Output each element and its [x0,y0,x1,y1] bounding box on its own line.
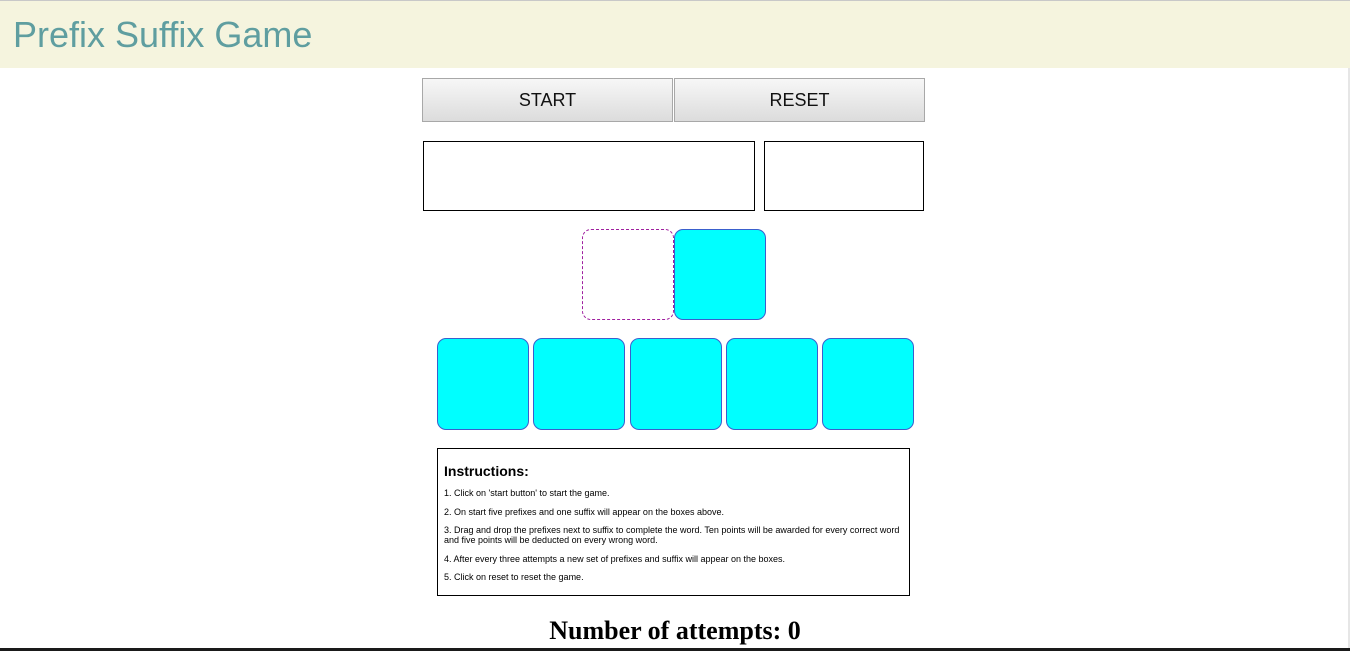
score-display-box [764,141,924,211]
prefix-drop-slot[interactable] [582,229,674,320]
instruction-step: 2. On start five prefixes and one suffix… [444,506,724,517]
header-bar: Prefix Suffix Game [0,0,1350,68]
reset-button[interactable]: RESET [674,78,925,122]
instruction-step: 5. Click on reset to reset the game. [444,572,584,582]
instructions-panel: Instructions: 1. Click on 'start button'… [437,448,910,596]
instruction-step: 1. Click on 'start button' to start the … [444,488,610,498]
attempts-counter: Number of attempts: 0 [549,616,801,645]
start-button[interactable]: START [422,78,673,122]
prefix-tile[interactable] [630,338,722,430]
word-display-box [423,141,755,211]
instruction-step: 4. After every three attempts a new set … [444,553,786,564]
instructions-title: Instructions: [444,463,529,479]
game-page: Prefix Suffix Game START RESET Instructi… [0,0,1350,651]
prefix-tile[interactable] [533,338,625,430]
prefix-tile[interactable] [437,338,529,430]
suffix-tile [674,229,766,320]
page-title: Prefix Suffix Game [13,14,313,55]
instruction-step: 3. Drag and drop the prefixes next to su… [444,525,900,545]
prefix-tile[interactable] [726,338,818,430]
prefix-tile[interactable] [822,338,914,430]
